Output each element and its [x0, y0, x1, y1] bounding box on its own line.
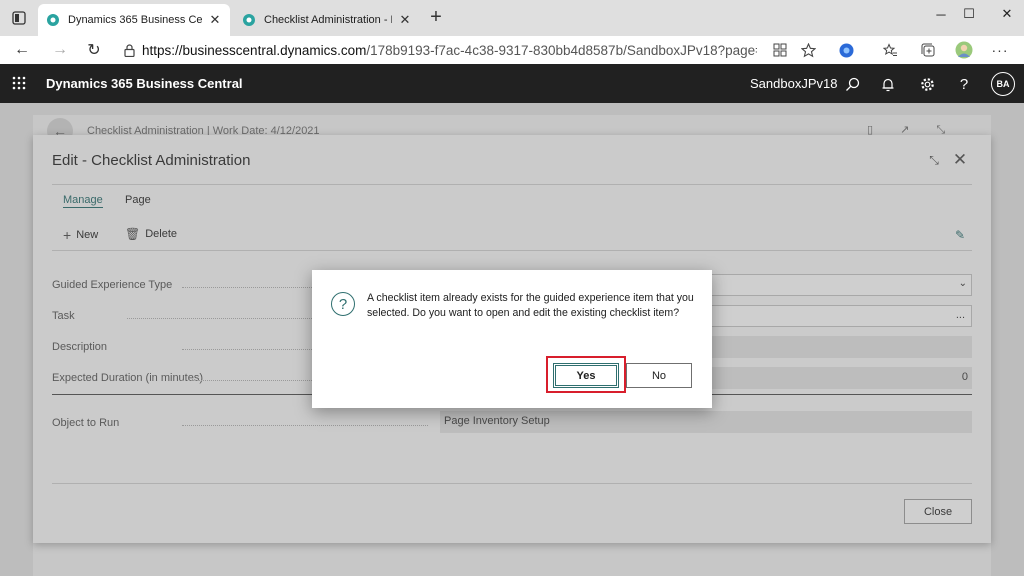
tab-manage[interactable]: Manage: [63, 194, 103, 208]
tab-close-icon[interactable]: ✕: [208, 12, 222, 28]
trash-icon: 🗑: [125, 227, 141, 241]
refresh-icon[interactable]: ↻: [82, 38, 106, 62]
dynamics-favicon-icon: [243, 14, 255, 26]
tab-checklist-administration[interactable]: Checklist Administration - Dyna ✕: [234, 4, 420, 36]
pin-icon[interactable]: ✎: [951, 226, 969, 244]
back-arrow-icon[interactable]: ←: [10, 38, 34, 62]
tab-title: Checklist Administration - Dyna: [264, 14, 392, 26]
confirm-dialog: ? A checklist item already exists for th…: [312, 270, 712, 408]
dialog-message: A checklist item already exists for the …: [367, 292, 694, 319]
page-title: Edit - Checklist Administration: [52, 152, 251, 169]
tab-page[interactable]: Page: [125, 194, 151, 206]
forward-arrow-icon[interactable]: →: [48, 38, 72, 62]
chevron-down-icon: ⌄: [958, 278, 967, 289]
footer-divider: [52, 483, 972, 484]
collections-icon[interactable]: [920, 42, 936, 58]
browser-tabstrip: Dynamics 365 Business Central - ✕ Checkl…: [0, 0, 1024, 36]
address-bar[interactable]: https://businesscentral.dynamics.com/178…: [116, 37, 826, 63]
lookup-ellipsis-icon[interactable]: ...: [956, 309, 965, 321]
new-tab-button[interactable]: +: [426, 7, 446, 28]
plus-icon: +: [63, 227, 72, 243]
close-icon[interactable]: ✕: [951, 150, 969, 169]
actions-divider: [52, 250, 972, 251]
delete-label: Delete: [145, 228, 178, 240]
tab-actions-icon[interactable]: [10, 9, 28, 27]
settings-gear-icon[interactable]: [917, 74, 937, 94]
app-launcher-icon[interactable]: [12, 76, 26, 93]
help-question-icon[interactable]: ?: [954, 74, 974, 94]
notifications-bell-icon[interactable]: [878, 74, 898, 94]
tab-title: Dynamics 365 Business Central -: [68, 14, 202, 26]
favorite-star-icon[interactable]: [800, 42, 816, 58]
new-button[interactable]: + New: [63, 227, 98, 243]
search-icon[interactable]: [842, 74, 862, 94]
lock-icon: [116, 43, 142, 57]
user-avatar[interactable]: BA: [991, 72, 1015, 96]
dynamics-favicon-icon: [47, 14, 59, 26]
favorites-icon[interactable]: [882, 42, 898, 58]
url-text: https://businesscentral.dynamics.com/178…: [142, 42, 757, 58]
profile-avatar-icon[interactable]: [954, 40, 974, 60]
browser-toolbar: ← → ↻ https://businesscentral.dynamics.c…: [0, 36, 1024, 64]
object-to-run-value: Page Inventory Setup: [444, 415, 550, 427]
question-icon: ?: [331, 292, 355, 316]
more-options-icon[interactable]: ···: [992, 42, 1008, 58]
header-divider: [52, 184, 972, 185]
apps-icon[interactable]: [772, 42, 788, 58]
collapse-icon[interactable]: ⤡: [925, 151, 943, 169]
close-button[interactable]: Close: [904, 499, 972, 524]
profile-globe-icon[interactable]: [838, 42, 854, 58]
close-window-button[interactable]: ✕: [984, 0, 1024, 28]
field-object-to-run-label: Object to Run: [52, 417, 442, 429]
tab-close-icon[interactable]: ✕: [398, 12, 412, 28]
delete-button[interactable]: 🗑 Delete: [125, 227, 177, 241]
object-to-run-field[interactable]: Page Inventory Setup: [440, 411, 972, 433]
no-button[interactable]: No: [626, 363, 692, 388]
tab-business-central[interactable]: Dynamics 365 Business Central - ✕: [38, 4, 230, 36]
expected-duration-value: 0: [961, 371, 968, 383]
app-name[interactable]: Dynamics 365 Business Central: [46, 76, 243, 91]
bc-header: Dynamics 365 Business Central SandboxJPv…: [0, 64, 1024, 103]
new-label: New: [76, 229, 99, 241]
yes-button[interactable]: Yes: [553, 363, 619, 388]
environment-name: SandboxJPv18: [750, 76, 838, 91]
